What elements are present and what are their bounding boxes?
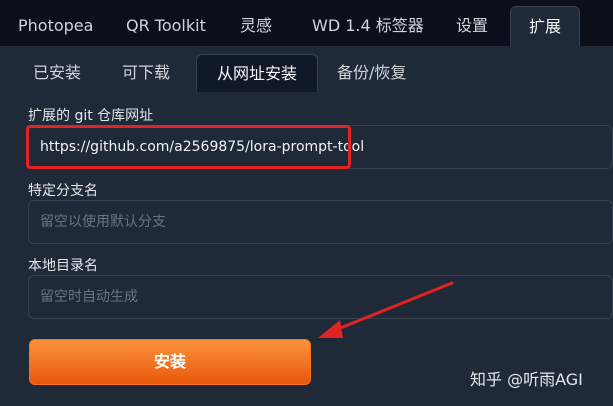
local-dir-input[interactable]: 留空时自动生成: [28, 275, 613, 319]
branch-label: 特定分支名: [28, 183, 98, 199]
install-button[interactable]: 安装: [29, 339, 311, 385]
highlight-annotation-box: [26, 125, 351, 169]
branch-input[interactable]: 留空以使用默认分支: [28, 200, 613, 244]
tab-inspiration[interactable]: 灵感: [240, 6, 272, 46]
tab-qr-toolkit[interactable]: QR Toolkit: [126, 6, 206, 46]
tab-backup-restore[interactable]: 备份/恢复: [337, 54, 406, 92]
tab-available[interactable]: 可下载: [122, 54, 170, 92]
tab-settings[interactable]: 设置: [456, 6, 488, 46]
tab-installed[interactable]: 已安装: [33, 54, 81, 92]
tab-wd14-tagger[interactable]: WD 1.4 标签器: [312, 6, 424, 46]
url-label: 扩展的 git 仓库网址: [28, 108, 154, 124]
tab-install-from-url[interactable]: 从网址安装: [196, 54, 318, 92]
top-nav-tabs: Photopea QR Toolkit 灵感 WD 1.4 标签器 设置 扩展: [0, 0, 613, 47]
tab-extensions[interactable]: 扩展: [510, 6, 580, 46]
local-dir-label: 本地目录名: [28, 258, 98, 274]
tab-photopea[interactable]: Photopea: [18, 6, 93, 46]
extension-sub-tabs: 已安装 可下载 从网址安装 备份/恢复: [0, 46, 613, 92]
watermark: 知乎 @听雨AGI: [470, 370, 583, 389]
